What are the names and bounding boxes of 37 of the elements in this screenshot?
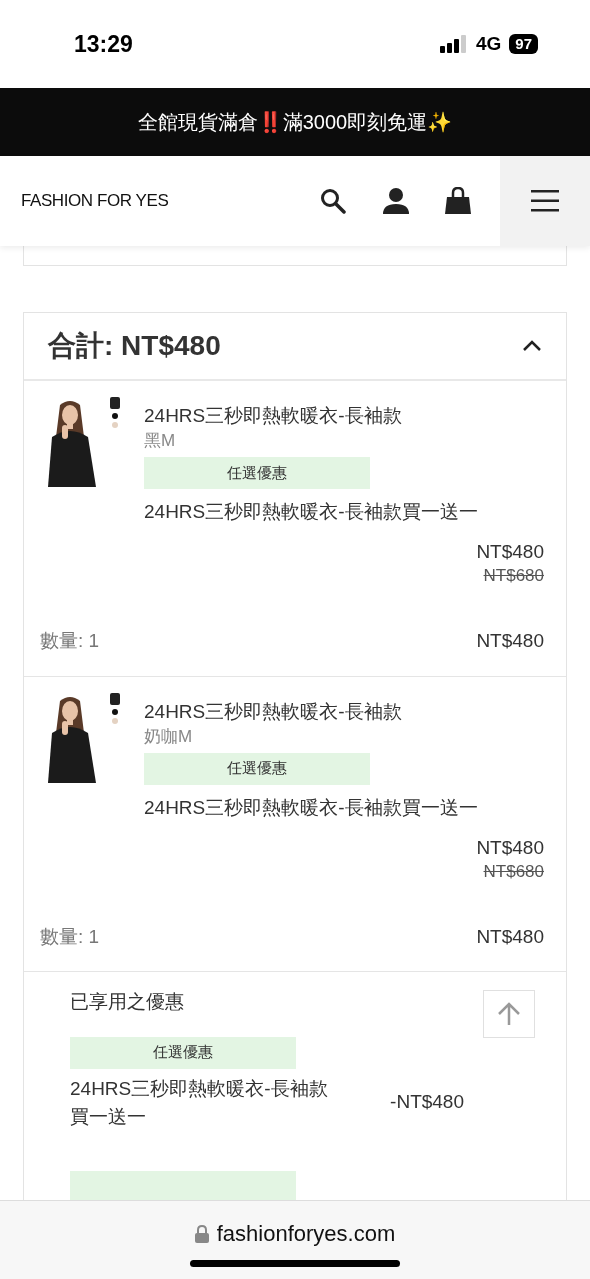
product-variant: 黑M [144,430,177,452]
shopping-bag-icon[interactable] [444,187,472,215]
discounts-heading: 已享用之優惠 [70,990,184,1014]
signal-icon [439,35,468,53]
item-subtotal: NT$480 [476,924,544,949]
discount-amount: -NT$480 [390,1090,464,1115]
back-to-top-button[interactable] [483,990,535,1038]
promo-description: 24HRS三秒即熱軟暖衣-長袖款買一送一 [144,795,479,820]
battery-level: 97 [509,34,538,54]
url-text[interactable]: fashionforyes.com [216,1217,396,1250]
product-price: NT$480 [476,540,544,564]
status-time: 13:29 [74,29,133,59]
account-icon[interactable] [382,187,410,215]
product-price: NT$480 [476,835,544,860]
product-variant: 奶咖M [144,725,194,748]
store-logo[interactable]: FASHION FOR YES [21,188,169,214]
promo-tag: 任選優惠 [144,457,370,489]
discount-description: 24HRS三秒即熱軟暖衣-長袖款買一送一 [70,1076,329,1129]
item-subtotal: NT$480 [476,629,544,653]
promo-description: 24HRS三秒即熱軟暖衣-長袖款買一送一 [144,500,479,524]
original-price: NT$680 [483,860,544,883]
order-total: 合計: NT$480 [48,329,221,363]
original-price: NT$680 [483,565,544,587]
search-icon[interactable] [320,188,346,214]
lock-icon [194,1224,209,1243]
promo-tag: 任選優惠 [70,1036,296,1069]
network-label: 4G [475,31,502,56]
quantity-label: 數量: 1 [40,629,100,653]
promo-tag: 任選優惠 [144,752,370,785]
arrow-up-icon [496,1001,522,1027]
chevron-up-icon[interactable] [522,340,542,352]
product-name: 24HRS三秒即熱軟暖衣-長袖款 [144,699,403,724]
product-name: 24HRS三秒即熱軟暖衣-長袖款 [144,404,403,428]
promo-banner-text: 全館現貨滿倉‼滿3000即刻免運✨ [137,110,453,135]
quantity-label: 數量: 1 [40,924,100,949]
menu-icon [531,190,559,212]
menu-button[interactable] [500,156,590,246]
